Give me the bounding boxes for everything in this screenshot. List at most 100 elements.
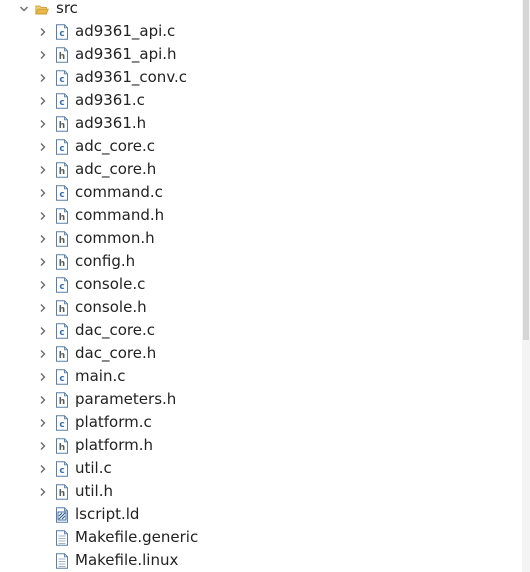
tree-node-label: command.c <box>75 183 163 201</box>
project-explorer-tree: src c ad9361_api.c h ad9361_api.h c ad9361_con… <box>0 0 522 572</box>
svg-text:h: h <box>59 167 65 177</box>
tree-node-label: lscript.ld <box>75 505 140 523</box>
tree-node-console-c[interactable]: c console.c <box>0 273 520 296</box>
c-header-file-icon: h <box>55 300 69 316</box>
tree-node-label: ad9361_conv.c <box>75 68 188 86</box>
chevron-right-icon[interactable] <box>37 95 49 107</box>
tree-node-label: common.h <box>75 229 155 247</box>
scrollbar-thumb[interactable] <box>523 0 529 340</box>
c-source-file-icon: c <box>55 461 69 477</box>
c-source-file-icon: c <box>55 70 69 86</box>
tree-node-parameters-h[interactable]: h parameters.h <box>0 388 520 411</box>
chevron-right-icon[interactable] <box>37 164 49 176</box>
svg-text:h: h <box>59 397 65 407</box>
tree-node-dac-core-c[interactable]: c dac_core.c <box>0 319 520 342</box>
svg-text:h: h <box>59 305 65 315</box>
svg-text:c: c <box>59 328 64 338</box>
tree-node-adc-core-c[interactable]: c adc_core.c <box>0 135 520 158</box>
c-header-file-icon: h <box>55 392 69 408</box>
c-header-file-icon: h <box>55 162 69 178</box>
tree-node-label: src <box>56 0 78 17</box>
tree-node-label: adc_core.h <box>75 160 157 178</box>
chevron-right-icon[interactable] <box>37 118 49 130</box>
tree-node-label: ad9361.c <box>75 91 145 109</box>
linker-script-file-icon <box>55 507 69 523</box>
tree-node-label: ad9361_api.h <box>75 45 177 63</box>
chevron-right-icon[interactable] <box>37 348 49 360</box>
svg-text:c: c <box>59 374 64 384</box>
tree-node-makefile-linux[interactable]: Makefile.linux <box>0 549 520 572</box>
tree-node-command-c[interactable]: c command.c <box>0 181 520 204</box>
chevron-down-icon[interactable] <box>18 3 30 15</box>
svg-text:c: c <box>59 144 64 154</box>
tree-node-platform-h[interactable]: h platform.h <box>0 434 520 457</box>
c-header-file-icon: h <box>55 254 69 270</box>
tree-node-label: main.c <box>75 367 126 385</box>
tree-node-lscript-ld[interactable]: lscript.ld <box>0 503 520 526</box>
tree-node-ad9361-api-c[interactable]: c ad9361_api.c <box>0 20 520 43</box>
tree-node-main-c[interactable]: c main.c <box>0 365 520 388</box>
svg-text:h: h <box>59 259 65 269</box>
c-header-file-icon: h <box>55 484 69 500</box>
chevron-right-icon[interactable] <box>37 233 49 245</box>
tree-node-label: platform.h <box>75 436 154 454</box>
chevron-right-icon[interactable] <box>37 302 49 314</box>
tree-node-makefile-generic[interactable]: Makefile.generic <box>0 526 520 549</box>
tree-node-label: config.h <box>75 252 136 270</box>
c-header-file-icon: h <box>55 116 69 132</box>
chevron-right-icon[interactable] <box>37 72 49 84</box>
tree-node-dac-core-h[interactable]: h dac_core.h <box>0 342 520 365</box>
tree-node-label: util.c <box>75 459 112 477</box>
tree-node-src-folder[interactable]: src <box>0 0 520 20</box>
chevron-right-icon[interactable] <box>37 279 49 291</box>
chevron-right-icon[interactable] <box>37 463 49 475</box>
tree-node-label: dac_core.c <box>75 321 155 339</box>
chevron-right-icon[interactable] <box>37 486 49 498</box>
tree-node-label: util.h <box>75 482 113 500</box>
svg-text:h: h <box>59 443 65 453</box>
c-header-file-icon: h <box>55 346 69 362</box>
chevron-right-icon[interactable] <box>37 325 49 337</box>
c-source-file-icon: c <box>55 185 69 201</box>
tree-node-label: adc_core.c <box>75 137 155 155</box>
tree-node-common-h[interactable]: h common.h <box>0 227 520 250</box>
svg-text:c: c <box>59 190 64 200</box>
tree-node-util-c[interactable]: c util.c <box>0 457 520 480</box>
tree-node-platform-c[interactable]: c platform.c <box>0 411 520 434</box>
tree-node-label: Makefile.generic <box>75 528 199 546</box>
tree-node-adc-core-h[interactable]: h adc_core.h <box>0 158 520 181</box>
tree-node-label: console.h <box>75 298 147 316</box>
chevron-right-icon[interactable] <box>37 417 49 429</box>
tree-node-label: Makefile.linux <box>75 551 179 569</box>
tree-node-util-h[interactable]: h util.h <box>0 480 520 503</box>
tree-node-config-h[interactable]: h config.h <box>0 250 520 273</box>
tree-node-label: platform.c <box>75 413 152 431</box>
tree-node-label: command.h <box>75 206 165 224</box>
tree-node-console-h[interactable]: h console.h <box>0 296 520 319</box>
chevron-right-icon[interactable] <box>37 210 49 222</box>
tree-node-ad9361-c[interactable]: c ad9361.c <box>0 89 520 112</box>
svg-text:c: c <box>59 466 64 476</box>
tree-node-ad9361-h[interactable]: h ad9361.h <box>0 112 520 135</box>
c-header-file-icon: h <box>55 438 69 454</box>
chevron-right-icon[interactable] <box>37 371 49 383</box>
chevron-right-icon[interactable] <box>37 440 49 452</box>
tree-node-label: ad9361_api.c <box>75 22 176 40</box>
tree-node-label: console.c <box>75 275 146 293</box>
c-source-file-icon: c <box>55 93 69 109</box>
chevron-right-icon[interactable] <box>37 49 49 61</box>
chevron-right-icon[interactable] <box>37 141 49 153</box>
chevron-right-icon[interactable] <box>37 26 49 38</box>
tree-node-ad9361-api-h[interactable]: h ad9361_api.h <box>0 43 520 66</box>
chevron-right-icon[interactable] <box>37 256 49 268</box>
svg-text:c: c <box>59 420 64 430</box>
text-file-icon <box>55 553 69 569</box>
svg-text:h: h <box>59 213 65 223</box>
chevron-right-icon[interactable] <box>37 394 49 406</box>
c-source-file-icon: c <box>55 277 69 293</box>
svg-text:h: h <box>59 351 65 361</box>
tree-node-command-h[interactable]: h command.h <box>0 204 520 227</box>
chevron-right-icon[interactable] <box>37 187 49 199</box>
tree-node-ad9361-conv-c[interactable]: c ad9361_conv.c <box>0 66 520 89</box>
c-header-file-icon: h <box>55 47 69 63</box>
